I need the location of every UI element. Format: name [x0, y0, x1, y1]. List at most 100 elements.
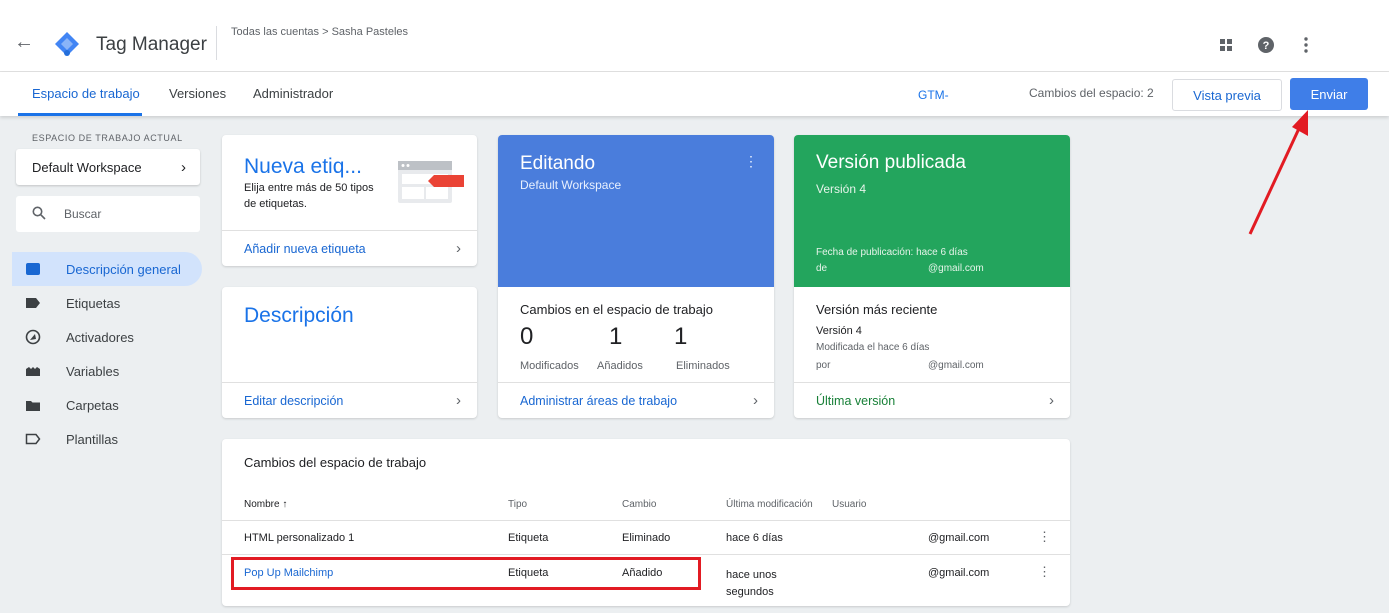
add-new-tag-label: Añadir nueva etiqueta: [244, 241, 366, 256]
modified-count: 0: [520, 323, 534, 350]
active-tab-indicator: [18, 113, 142, 116]
latest-version-link-label: Última versión: [816, 393, 896, 408]
latest-version-email: @gmail.com: [928, 360, 984, 371]
workspace-changes-count: Cambios del espacio: 2: [1029, 86, 1154, 100]
editing-title: Editando: [520, 153, 596, 174]
sidebar-item-label: Plantillas: [66, 431, 119, 447]
column-header-type[interactable]: Tipo: [508, 499, 527, 510]
column-header-last-modified[interactable]: Última modificación: [726, 499, 813, 510]
sidebar-item-folders[interactable]: Carpetas: [12, 388, 202, 422]
new-tag-card: Nueva etiq... Elija entre más de 50 tipo…: [222, 135, 477, 266]
sidebar-item-overview[interactable]: Descripción general: [12, 252, 202, 286]
row-1-name[interactable]: HTML personalizado 1: [244, 532, 354, 544]
deleted-count: 1: [674, 323, 688, 350]
latest-version-title: Versión más reciente: [816, 302, 938, 317]
description-title: Descripción: [244, 304, 354, 327]
latest-version-by-label: por: [816, 360, 831, 371]
editing-header: Editando Default Workspace ⋮: [498, 135, 774, 287]
app-title: Tag Manager: [96, 34, 207, 55]
manage-workspaces-link[interactable]: Administrar áreas de trabajo ›: [498, 382, 774, 418]
latest-version-link[interactable]: Última versión ›: [794, 382, 1070, 418]
top-header: ← Tag Manager Todas las cuentas > Sasha …: [0, 0, 1389, 72]
edit-description-label: Editar descripción: [244, 393, 344, 408]
column-header-change[interactable]: Cambio: [622, 499, 656, 510]
add-new-tag-link[interactable]: Añadir nueva etiqueta ›: [222, 230, 477, 266]
manage-workspaces-label: Administrar áreas de trabajo: [520, 393, 678, 408]
more-vert-icon[interactable]: ⋮: [1038, 529, 1051, 545]
overview-icon: [24, 260, 42, 278]
published-title: Versión publicada: [816, 152, 966, 173]
row-2-modified: hace unos segundos: [726, 569, 777, 598]
sidebar-item-templates[interactable]: Plantillas: [12, 422, 202, 456]
breadcrumb[interactable]: Todas las cuentas > Sasha Pasteles: [231, 26, 408, 38]
row-1-type: Etiqueta: [508, 532, 549, 544]
variables-icon: [24, 362, 42, 380]
description-card: Descripción Editar descripción ›: [222, 287, 477, 418]
deleted-label: Eliminados: [676, 360, 730, 372]
editing-workspace-name: Default Workspace: [520, 178, 622, 192]
chevron-right-icon: ›: [753, 392, 758, 409]
row-2-user: @gmail.com: [928, 567, 990, 579]
row-1-modified: hace 6 días: [726, 532, 783, 544]
header-actions: ?: [1215, 34, 1317, 56]
column-header-user[interactable]: Usuario: [832, 499, 866, 510]
published-date: Fecha de publicación: hace 6 días: [816, 247, 968, 258]
editing-workspace-card: Editando Default Workspace ⋮ Cambios en …: [498, 135, 774, 418]
row-1-change: Eliminado: [622, 532, 671, 544]
help-icon[interactable]: ?: [1255, 34, 1277, 56]
sidebar-item-triggers[interactable]: Activadores: [12, 320, 202, 354]
chevron-right-icon: ›: [456, 392, 461, 409]
sidebar-item-tags[interactable]: Etiquetas: [12, 286, 202, 320]
published-by-email: @gmail.com: [928, 263, 984, 274]
sidebar-nav: Descripción general Etiquetas Activadore…: [12, 252, 202, 456]
tag-manager-logo: [55, 32, 79, 56]
column-header-name[interactable]: Nombre ↑: [244, 499, 287, 510]
chevron-right-icon: ›: [181, 158, 186, 176]
added-count: 1: [609, 323, 623, 350]
sidebar-item-label: Etiquetas: [66, 295, 121, 311]
edit-description-link[interactable]: Editar descripción ›: [222, 382, 477, 418]
published-version-card: Versión publicada Versión 4 Fecha de pub…: [794, 135, 1070, 418]
header-divider: [216, 26, 217, 60]
submit-button[interactable]: Enviar: [1290, 78, 1368, 110]
search-input[interactable]: Buscar: [16, 196, 200, 232]
tab-admin[interactable]: Administrador: [253, 86, 333, 101]
search-icon: [32, 206, 46, 223]
current-workspace-label: ESPACIO DE TRABAJO ACTUAL: [32, 133, 183, 143]
published-header: Versión publicada Versión 4 Fecha de pub…: [794, 135, 1070, 287]
annotation-arrow-icon: [1248, 110, 1308, 235]
sidebar-item-label: Carpetas: [66, 397, 119, 413]
back-arrow-icon[interactable]: ←: [14, 32, 34, 52]
new-tag-title[interactable]: Nueva etiq...: [244, 155, 362, 179]
tab-workspace[interactable]: Espacio de trabajo: [32, 86, 140, 101]
tab-versions[interactable]: Versiones: [169, 86, 226, 101]
trigger-icon: [24, 328, 42, 346]
more-vert-icon[interactable]: ⋮: [744, 153, 758, 170]
workspace-name: Default Workspace: [32, 159, 142, 175]
sidebar-item-label: Activadores: [66, 329, 134, 345]
preview-button[interactable]: Vista previa: [1172, 79, 1282, 111]
row-divider: [222, 520, 1070, 521]
workspace-nav: Espacio de trabajo Versiones Administrad…: [0, 72, 1389, 116]
more-vert-icon[interactable]: [1295, 34, 1317, 56]
workspace-selector[interactable]: Default Workspace ›: [16, 149, 200, 185]
folder-icon: [24, 396, 42, 414]
modified-label: Modificados: [520, 360, 579, 372]
sidebar-item-variables[interactable]: Variables: [12, 354, 202, 388]
tag-icon: [24, 294, 42, 312]
new-tag-illustration: [398, 161, 464, 203]
published-version: Versión 4: [816, 182, 867, 196]
published-by-label: de: [816, 263, 828, 274]
template-icon: [24, 430, 42, 448]
chevron-right-icon: ›: [456, 240, 461, 257]
container-id[interactable]: GTM-: [918, 88, 949, 102]
new-tag-description: Elija entre más de 50 tipos de etiquetas…: [244, 182, 374, 210]
sidebar-item-label: Descripción general: [66, 261, 181, 277]
chevron-right-icon: ›: [1049, 392, 1054, 409]
more-vert-icon[interactable]: ⋮: [1038, 564, 1051, 580]
search-placeholder: Buscar: [64, 207, 102, 221]
table-title: Cambios del espacio de trabajo: [244, 455, 427, 470]
row-divider: [222, 554, 1070, 555]
latest-version-modified: Modificada el hace 6 días: [816, 342, 930, 353]
apps-icon[interactable]: [1215, 34, 1237, 56]
